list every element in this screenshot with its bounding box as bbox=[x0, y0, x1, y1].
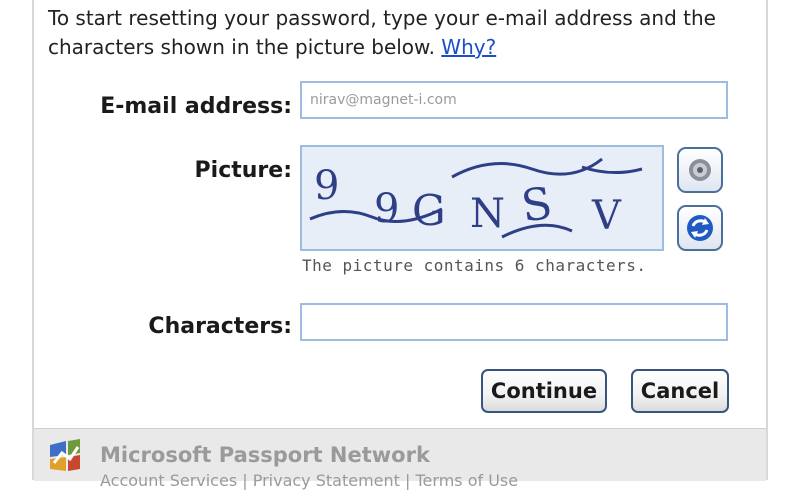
captcha-char-1: 9 bbox=[314, 163, 339, 209]
captcha-char-6: V bbox=[591, 193, 622, 239]
intro-text: To start resetting your password, type y… bbox=[48, 4, 728, 62]
footer-title: Microsoft Passport Network bbox=[100, 443, 430, 467]
audio-captcha-button[interactable] bbox=[677, 147, 723, 193]
cancel-button[interactable]: Cancel bbox=[631, 369, 729, 413]
picture-label: Picture: bbox=[194, 158, 292, 183]
characters-label: Characters: bbox=[148, 314, 292, 339]
email-label: E-mail address: bbox=[100, 94, 292, 119]
footer: Microsoft Passport Network Account Servi… bbox=[34, 428, 766, 490]
footer-links: Account Services | Privacy Statement | T… bbox=[100, 471, 519, 490]
intro-message: To start resetting your password, type y… bbox=[48, 6, 716, 59]
picture-hint: The picture contains 6 characters. bbox=[302, 256, 647, 275]
captcha-image: 9 9 G N S V bbox=[300, 145, 664, 251]
continue-button[interactable]: Continue bbox=[481, 369, 607, 413]
speaker-icon bbox=[689, 159, 711, 181]
why-link[interactable]: Why? bbox=[441, 35, 496, 59]
email-field[interactable] bbox=[300, 81, 728, 119]
passport-logo-icon bbox=[50, 439, 80, 471]
captcha-char-2: 9 bbox=[374, 186, 399, 232]
refresh-captcha-button[interactable] bbox=[677, 205, 723, 251]
captcha-graphic: 9 9 G N S V bbox=[302, 147, 662, 249]
refresh-icon bbox=[687, 215, 713, 241]
captcha-char-4: N bbox=[470, 191, 505, 237]
captcha-char-3: G bbox=[412, 186, 446, 235]
characters-field[interactable] bbox=[300, 303, 728, 341]
